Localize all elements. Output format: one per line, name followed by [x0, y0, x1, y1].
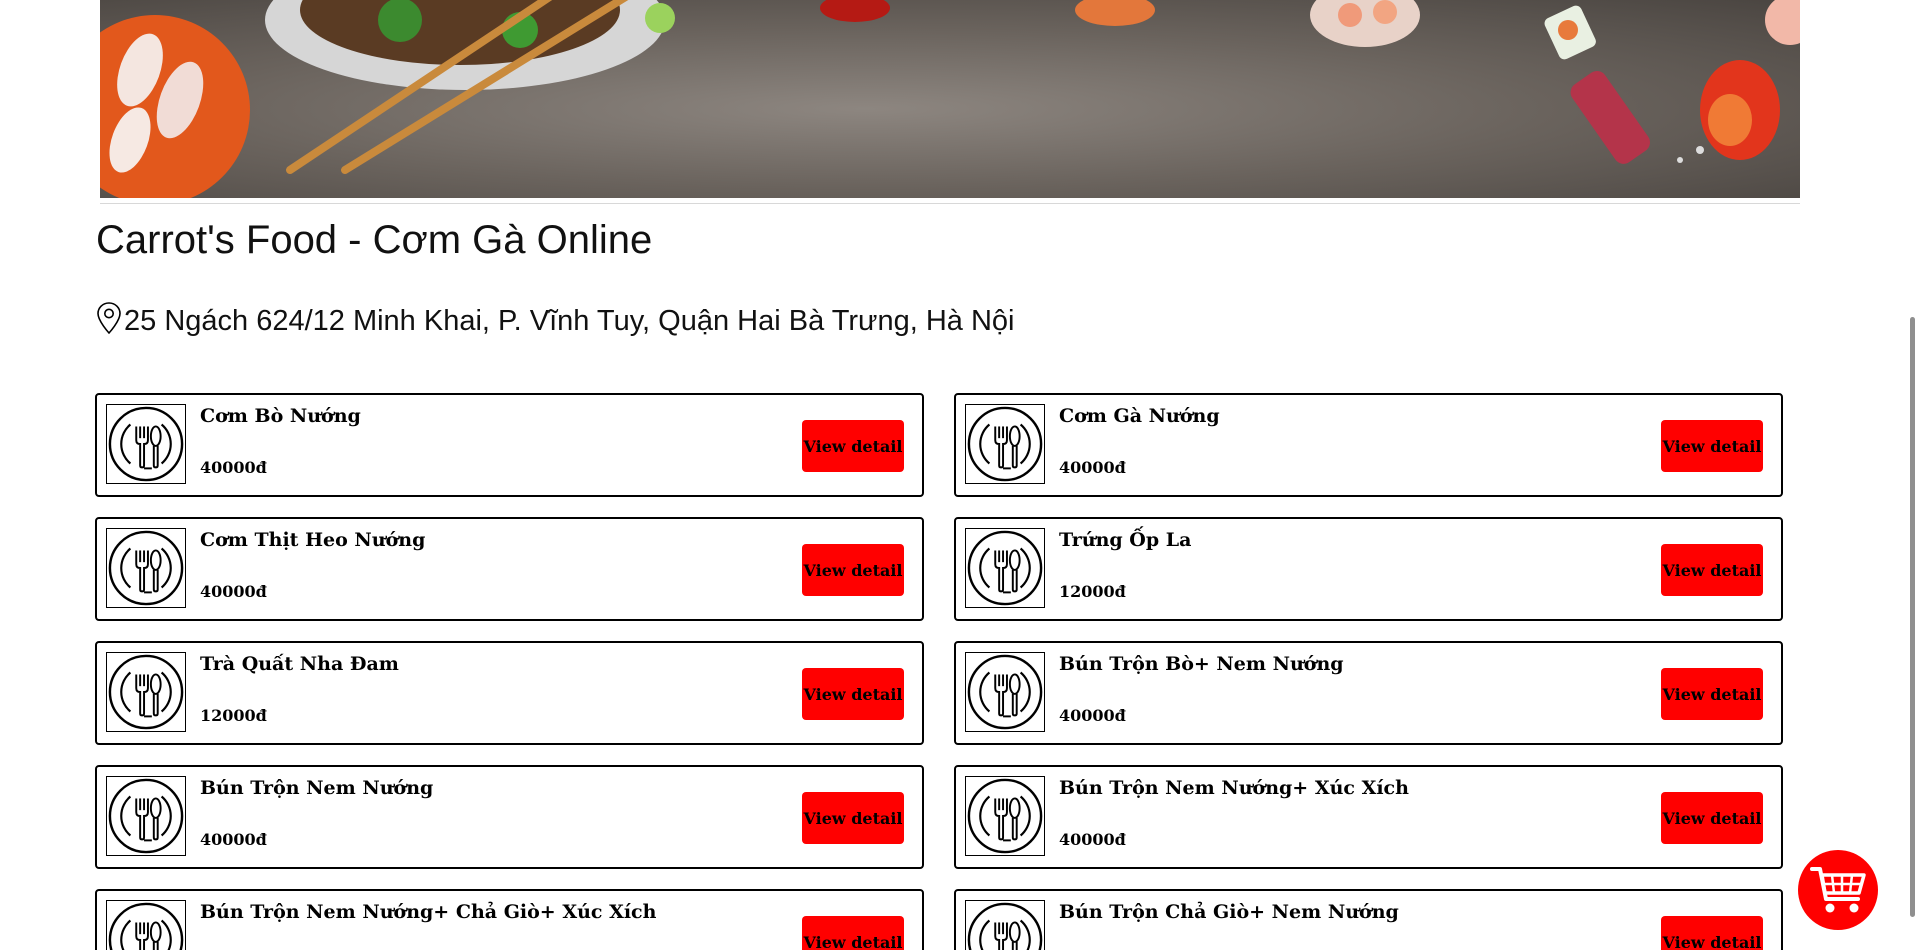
plate-fork-spoon-icon [967, 406, 1043, 482]
dish-name: Bún Trộn Bò+ Nem Nướng [1059, 653, 1344, 675]
dish-price: 40000đ [1059, 458, 1126, 477]
dish-name: Cơm Thịt Heo Nướng [200, 529, 426, 551]
dish-thumbnail [965, 900, 1045, 950]
store-title: Carrot's Food - Cơm Gà Online [96, 218, 653, 262]
view-detail-button[interactable]: View detail [1661, 792, 1763, 844]
cart-button[interactable] [1798, 850, 1878, 930]
plate-fork-spoon-icon [967, 654, 1043, 730]
dish-name: Trà Quất Nha Đam [200, 653, 399, 675]
menu-list: Cơm Bò Nướng 40000đ View detail Cơm Gà N… [95, 393, 1783, 950]
dish-name: Bún Trộn Chả Giò+ Nem Nướng [1059, 901, 1399, 923]
banner-divider [100, 203, 1800, 204]
shopping-cart-icon [1810, 867, 1866, 913]
dish-name: Cơm Gà Nướng [1059, 405, 1220, 427]
dish-thumbnail [965, 776, 1045, 856]
plate-fork-spoon-icon [967, 530, 1043, 606]
menu-item-card: Bún Trộn Chả Giò+ Nem Nướng View detail [954, 889, 1783, 950]
banner-image [100, 0, 1800, 198]
view-detail-button[interactable]: View detail [802, 916, 904, 950]
plate-fork-spoon-icon [967, 902, 1043, 950]
menu-item-card: Bún Trộn Nem Nướng 40000đ View detail [95, 765, 924, 869]
dish-name: Bún Trộn Nem Nướng+ Chả Giò+ Xúc Xích [200, 901, 657, 923]
page-scrollbar[interactable] [1904, 0, 1920, 950]
dish-thumbnail [106, 652, 186, 732]
dish-thumbnail [106, 900, 186, 950]
menu-item-card: Bún Trộn Nem Nướng+ Chả Giò+ Xúc Xích Vi… [95, 889, 924, 950]
dish-price: 40000đ [200, 458, 267, 477]
view-detail-button[interactable]: View detail [802, 420, 904, 472]
menu-item-card: Cơm Thịt Heo Nướng 40000đ View detail [95, 517, 924, 621]
view-detail-button[interactable]: View detail [1661, 420, 1763, 472]
dish-thumbnail [106, 776, 186, 856]
dish-price: 40000đ [1059, 830, 1126, 849]
menu-item-card: Bún Trộn Bò+ Nem Nướng 40000đ View detai… [954, 641, 1783, 745]
view-detail-button[interactable]: View detail [802, 792, 904, 844]
menu-item-card: Cơm Gà Nướng 40000đ View detail [954, 393, 1783, 497]
dish-price: 40000đ [1059, 706, 1126, 725]
dish-name: Cơm Bò Nướng [200, 405, 361, 427]
store-address: 25 Ngách 624/12 Minh Khai, P. Vĩnh Tuy, … [96, 301, 1015, 338]
plate-fork-spoon-icon [108, 902, 184, 950]
menu-item-card: Trà Quất Nha Đam 12000đ View detail [95, 641, 924, 745]
view-detail-button[interactable]: View detail [1661, 916, 1763, 950]
dish-thumbnail [106, 528, 186, 608]
store-address-text: 25 Ngách 624/12 Minh Khai, P. Vĩnh Tuy, … [124, 305, 1015, 337]
plate-fork-spoon-icon [967, 778, 1043, 854]
dish-price: 12000đ [1059, 582, 1126, 601]
menu-item-card: Bún Trộn Nem Nướng+ Xúc Xích 40000đ View… [954, 765, 1783, 869]
view-detail-button[interactable]: View detail [802, 544, 904, 596]
dish-name: Trứng Ốp La [1059, 529, 1192, 551]
plate-fork-spoon-icon [108, 406, 184, 482]
dish-price: 40000đ [200, 830, 267, 849]
view-detail-button[interactable]: View detail [802, 668, 904, 720]
page: Carrot's Food - Cơm Gà Online 25 Ngách 6… [0, 0, 1920, 950]
view-detail-button[interactable]: View detail [1661, 544, 1763, 596]
plate-fork-spoon-icon [108, 530, 184, 606]
map-pin-icon [97, 301, 121, 334]
dish-name: Bún Trộn Nem Nướng [200, 777, 434, 799]
plate-fork-spoon-icon [108, 654, 184, 730]
scrollbar-thumb[interactable] [1910, 317, 1915, 917]
view-detail-button[interactable]: View detail [1661, 668, 1763, 720]
dish-thumbnail [965, 528, 1045, 608]
dish-name: Bún Trộn Nem Nướng+ Xúc Xích [1059, 777, 1409, 799]
banner-food-illustration [100, 0, 1800, 198]
dish-thumbnail [106, 404, 186, 484]
menu-item-card: Cơm Bò Nướng 40000đ View detail [95, 393, 924, 497]
dish-price: 40000đ [200, 582, 267, 601]
dish-thumbnail [965, 404, 1045, 484]
dish-price: 12000đ [200, 706, 267, 725]
plate-fork-spoon-icon [108, 778, 184, 854]
menu-item-card: Trứng Ốp La 12000đ View detail [954, 517, 1783, 621]
dish-thumbnail [965, 652, 1045, 732]
